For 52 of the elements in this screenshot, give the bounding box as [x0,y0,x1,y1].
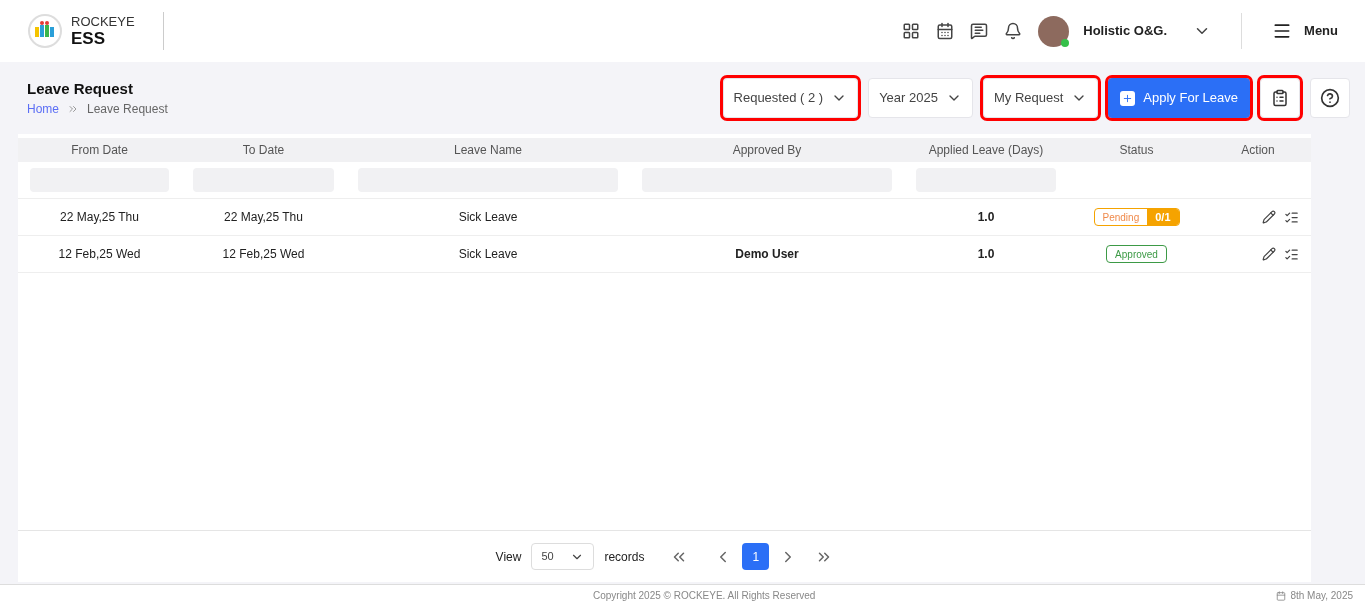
edit-icon[interactable] [1262,246,1276,261]
table-cell-text: Sick Leave [457,209,519,226]
clipboard-icon [1271,89,1289,107]
column-header: Leave Name [452,142,523,159]
checklist-icon[interactable] [1284,246,1299,262]
edit-icon[interactable] [1262,209,1276,224]
calendar-icon [1276,590,1287,601]
breadcrumb-link[interactable]: Home [27,100,59,119]
clipboard-button[interactable] [1260,78,1300,118]
records-label: records [604,548,645,566]
plus-icon [1120,90,1136,106]
approval-count: 0/1 [1147,209,1179,225]
checklist-icon[interactable] [1284,209,1299,225]
page-number[interactable]: 1 [742,543,770,570]
breadcrumb-current: Leave Request [87,101,168,119]
status-label: Pending [1101,210,1141,225]
user-name[interactable]: Holistic O&G. [1083,21,1168,41]
column-header: Applied Leave (Days) [927,142,1045,159]
page-title: Leave Request [27,78,134,99]
table-cell-text: Demo User [734,246,800,263]
table-cell-text: 12 Feb,25 Wed [221,246,306,263]
copyright-text: Copyright 2025 © ROCKEYE. All Rights Reserved [592,589,816,603]
table-cell-text: 1.0 [976,246,996,263]
apply-leave-button[interactable]: Apply For Leave [1108,78,1250,118]
message-icon[interactable] [970,22,989,40]
calendar-icon[interactable] [936,22,955,40]
column-header: Approved By [731,142,803,159]
column-header: Action [1240,142,1276,159]
table-cell-text: 22 May,25 Thu [59,209,140,226]
footer-date: 8th May, 2025 [1290,589,1353,603]
table-cell-text: 12 Feb,25 Wed [57,246,142,263]
column-header: Status [1118,142,1155,159]
filter-dropdown[interactable]: My Request [982,78,1099,118]
approved-status-badge: Approved [1106,245,1167,263]
table-cell-text: 22 May,25 Thu [223,209,304,226]
filter-dropdown[interactable]: Year 2025 [868,78,973,118]
help-button[interactable] [1310,78,1350,118]
logo-icon [27,13,63,49]
menu-button[interactable]: Menu [1272,21,1338,41]
view-label: View [495,548,522,566]
column-header: To Date [241,142,286,159]
table-cell-text: 1.0 [976,209,996,226]
help-icon [1320,88,1340,108]
product-name: ESS [71,30,107,47]
apps-grid-icon[interactable] [902,22,921,40]
table-cell-text: Sick Leave [457,246,519,263]
notification-icon[interactable] [1004,22,1023,40]
user-avatar[interactable] [1038,15,1070,47]
brand-name: ROCKEYE [71,15,135,28]
column-header: From Date [70,142,129,159]
page-size-select[interactable]: 50 [531,543,595,570]
filter-dropdown[interactable]: Requested ( 2 ) [722,78,859,118]
